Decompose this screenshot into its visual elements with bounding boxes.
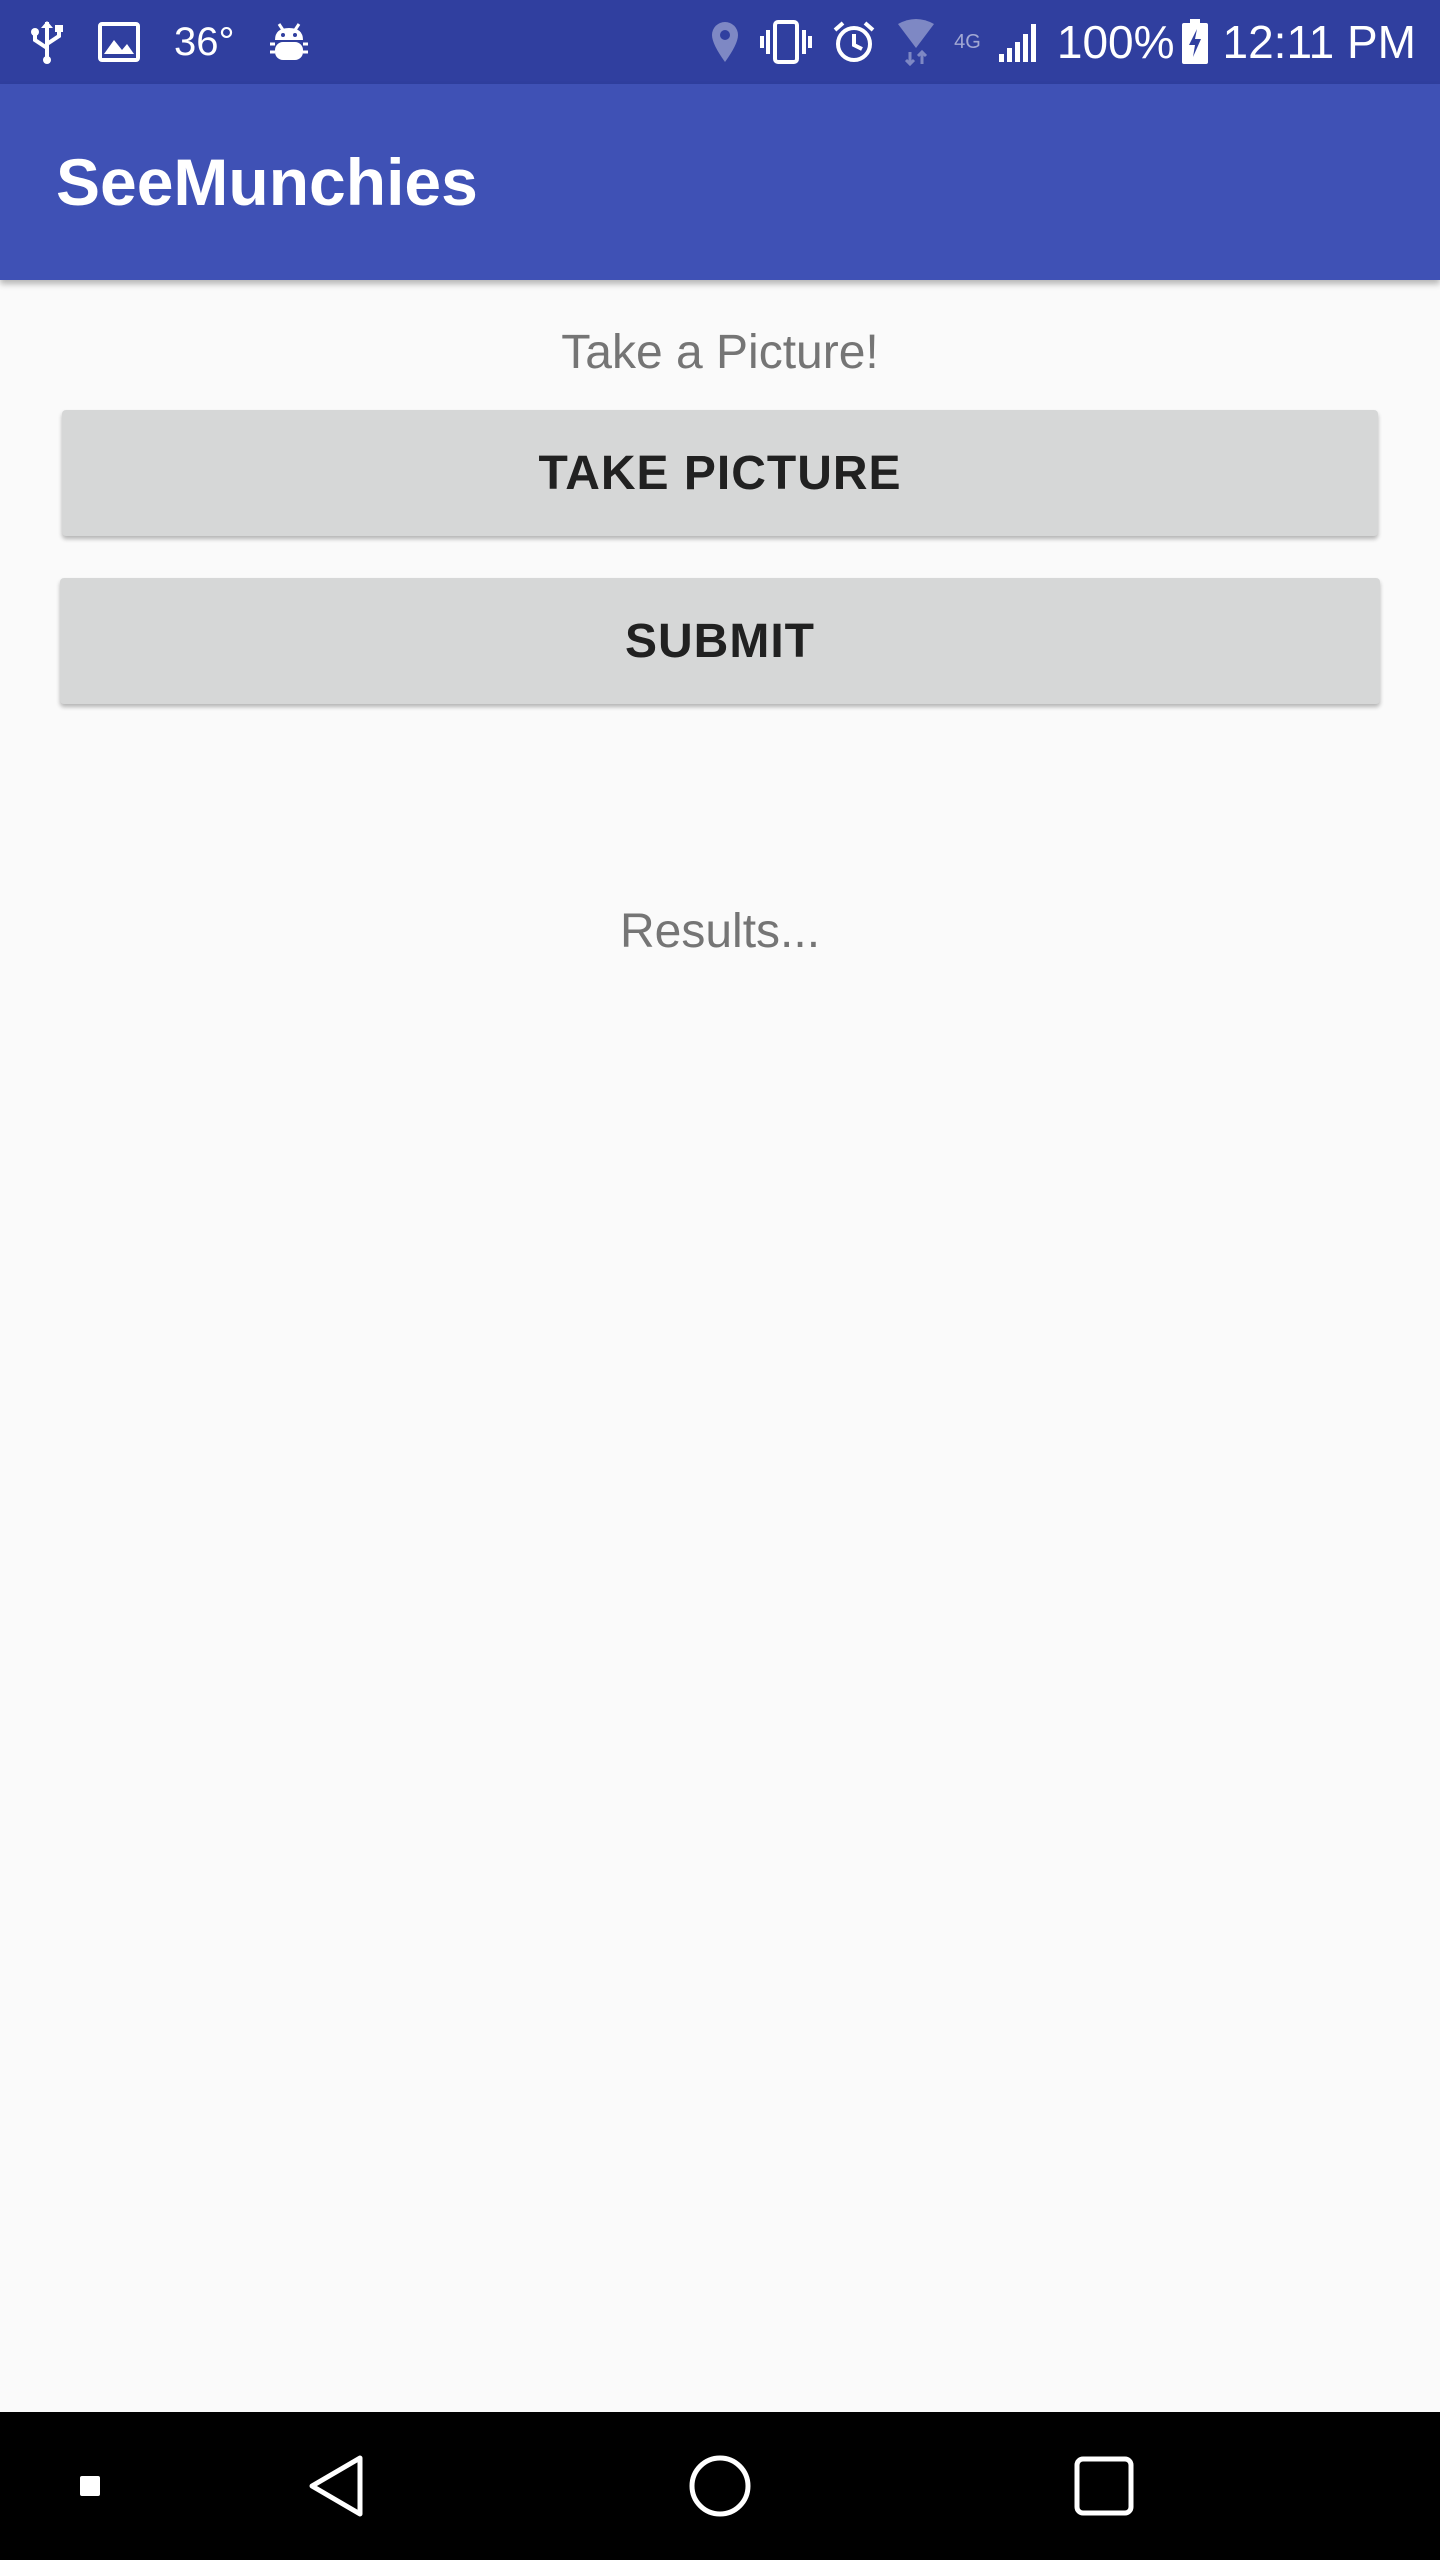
battery-charging-icon [1181, 19, 1209, 65]
lte-label: 4G [954, 30, 981, 53]
dot-icon [60, 2412, 120, 2560]
app-title: SeeMunchies [56, 145, 478, 219]
image-icon [98, 22, 140, 62]
recents-icon[interactable] [1044, 2412, 1164, 2560]
take-picture-button[interactable]: TAKE PICTURE [62, 410, 1378, 536]
navigation-bar [0, 2412, 1440, 2560]
back-icon[interactable] [276, 2412, 396, 2560]
alarm-icon [832, 20, 876, 64]
usb-icon [30, 20, 64, 64]
signal-icon [997, 20, 1043, 64]
wifi-icon [896, 18, 936, 66]
app-bar: SeeMunchies [0, 84, 1440, 280]
results-text: Results... [619, 905, 821, 958]
location-icon [710, 20, 740, 64]
status-bar: 36° 4G 100% 12:11 PM [0, 0, 1440, 84]
clock-text: 12:11 PM [1222, 16, 1416, 68]
home-icon[interactable] [660, 2412, 780, 2560]
battery-percentage: 100% [1056, 16, 1175, 68]
status-bar-left: 36° [30, 0, 343, 84]
submit-button[interactable]: SUBMIT [60, 578, 1380, 704]
vibrate-icon [760, 20, 813, 64]
status-bar-right: 4G 100% 12:11 PM [704, 0, 1416, 84]
android-debug-icon [269, 20, 309, 64]
take-picture-prompt: Take a Picture! [561, 326, 879, 379]
temperature-text: 36° [174, 19, 235, 64]
